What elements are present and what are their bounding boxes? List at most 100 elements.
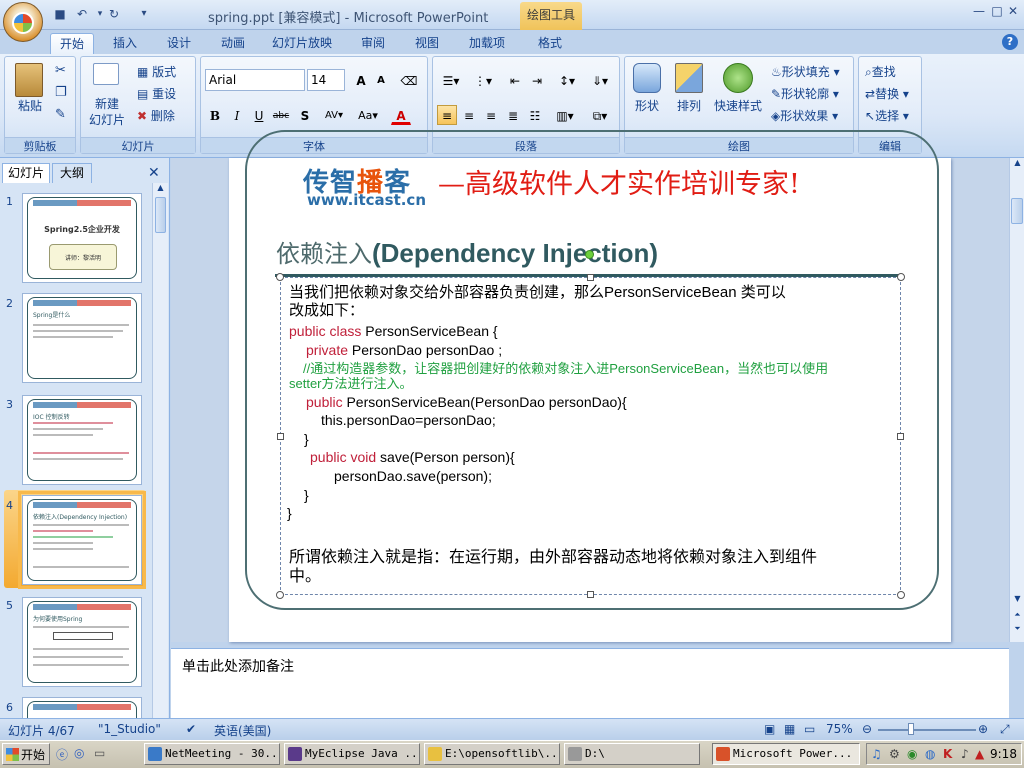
taskbar-explorer-d[interactable]: D:\ [564, 743, 700, 765]
shrink-font-icon[interactable]: A [371, 70, 391, 90]
qat-customize-icon[interactable]: ▾ [136, 6, 152, 22]
zoom-out-icon[interactable]: ⊖ [862, 722, 872, 736]
align-left-icon[interactable]: ≡ [437, 105, 457, 125]
shapes-button[interactable]: 形状 [627, 99, 667, 114]
start-button[interactable]: 开始 [2, 743, 50, 765]
numbering-icon[interactable]: ⋮▾ [469, 70, 497, 90]
resize-handle[interactable] [897, 273, 905, 281]
scroll-up-icon[interactable]: ▲ [154, 183, 167, 197]
resize-handle[interactable] [277, 433, 284, 440]
close-icon[interactable]: ✕ [1002, 4, 1024, 20]
taskbar-netmeeting[interactable]: NetMeeting - 30... [144, 743, 280, 765]
thumbnail-slide-5[interactable]: 为何要使用Spring [22, 597, 142, 687]
desktop-icon[interactable]: ▭ [94, 746, 105, 760]
tab-addins[interactable]: 加载项 [462, 33, 512, 54]
scroll-thumb[interactable] [1011, 198, 1023, 224]
shapes-icon[interactable] [633, 63, 661, 93]
scroll-up-icon[interactable]: ▲ [1011, 158, 1024, 172]
language-status[interactable]: 英语(美国) [214, 722, 271, 739]
paste-icon[interactable] [15, 63, 43, 97]
italic-icon[interactable]: I [227, 105, 247, 125]
taskbar-explorer-e[interactable]: E:\opensoftlib\... [424, 743, 560, 765]
thumbnail-slide-2[interactable]: Spring是什么 [22, 293, 142, 383]
bullets-icon[interactable]: ☰▾ [437, 70, 465, 90]
thumbnail-slide-3[interactable]: IOC 控制反转 [22, 395, 142, 485]
thumbnail-slide-6[interactable] [22, 697, 142, 718]
outlook-icon[interactable]: ◎ [74, 746, 84, 760]
arrange-button[interactable]: 排列 [669, 99, 709, 114]
resize-handle[interactable] [276, 591, 284, 599]
rotation-handle[interactable] [585, 250, 594, 259]
office-button[interactable] [3, 2, 43, 42]
tray-icon[interactable]: ◍ [925, 747, 935, 761]
slide-heading[interactable]: 依赖注入(Dependency Injection) [276, 234, 658, 269]
zoom-slider[interactable] [878, 729, 976, 731]
zoom-in-icon[interactable]: ⊕ [978, 722, 988, 736]
undo-icon[interactable]: ↶ [74, 6, 90, 22]
save-icon[interactable]: ■ [52, 6, 68, 22]
ie-icon[interactable]: ⓔ [56, 746, 68, 763]
prev-slide-icon[interactable]: ⏶ [1011, 610, 1024, 624]
tab-home[interactable]: 开始 [50, 33, 94, 54]
format-painter-icon[interactable]: ✎ [55, 107, 66, 122]
tab-format[interactable]: 格式 [530, 33, 570, 54]
grow-font-icon[interactable]: A [351, 70, 371, 90]
taskbar-powerpoint[interactable]: Microsoft Power... [712, 743, 860, 765]
font-name-select[interactable]: Arial [205, 69, 305, 91]
tab-outline[interactable]: 大纲 [52, 163, 92, 183]
cut-icon[interactable]: ✂ [55, 63, 66, 78]
layout-button[interactable]: ▦ 版式 [137, 63, 176, 80]
bold-icon[interactable]: B [205, 105, 225, 125]
arrange-icon[interactable] [675, 63, 703, 93]
new-slide-label-2[interactable]: 幻灯片 [85, 113, 129, 128]
new-slide-label-1[interactable]: 新建 [85, 97, 129, 112]
tray-icon[interactable]: ♫ [871, 747, 882, 761]
normal-view-icon[interactable]: ▣ [764, 722, 775, 736]
resize-handle[interactable] [897, 433, 904, 440]
line-spacing-icon[interactable]: ↕▾ [553, 70, 581, 90]
thumbnail-scrollbar[interactable]: ▲ [152, 183, 168, 718]
justify-icon[interactable]: ≣ [503, 105, 523, 125]
reset-button[interactable]: ▤ 重设 [137, 85, 176, 102]
tray-icon[interactable]: ▲ [975, 747, 984, 761]
distribute-icon[interactable]: ☷ [525, 105, 545, 125]
shape-effects-button[interactable]: ◈形状效果 ▾ [771, 107, 838, 124]
sorter-view-icon[interactable]: ▦ [784, 722, 795, 736]
tab-animation[interactable]: 动画 [214, 33, 252, 54]
shape-fill-button[interactable]: ♨形状填充 ▾ [771, 63, 840, 80]
scroll-down-icon[interactable]: ▼ [1011, 594, 1024, 608]
clear-format-icon[interactable]: ⌫ [399, 70, 419, 90]
tab-slides[interactable]: 幻灯片 [2, 163, 50, 183]
align-center-icon[interactable]: ≡ [459, 105, 479, 125]
shape-outline-button[interactable]: ✎形状轮廓 ▾ [771, 85, 839, 102]
tab-insert[interactable]: 插入 [106, 33, 144, 54]
zoom-slider-thumb[interactable] [908, 723, 914, 735]
tray-icon[interactable]: K [943, 747, 952, 761]
fit-window-icon[interactable]: ⤢ [1000, 722, 1010, 737]
text-direction-icon[interactable]: ⇓▾ [587, 70, 613, 90]
quick-styles-icon[interactable] [723, 63, 753, 93]
tray-icon[interactable]: ⚙ [889, 747, 900, 761]
redo-icon[interactable]: ↻ [106, 6, 122, 22]
select-button[interactable]: ↖选择 ▾ [865, 107, 909, 124]
thumbnail-slide-4[interactable]: 依赖注入(Dependency Injection) [18, 491, 146, 589]
spellcheck-icon[interactable]: ✔ [186, 722, 196, 736]
resize-handle[interactable] [587, 274, 594, 281]
help-icon[interactable]: ? [1002, 34, 1018, 50]
next-slide-icon[interactable]: ⏷ [1011, 624, 1024, 638]
shadow-icon[interactable]: S [295, 105, 315, 125]
underline-icon[interactable]: U [249, 105, 269, 125]
increase-indent-icon[interactable]: ⇥ [527, 70, 547, 90]
taskbar-myeclipse[interactable]: MyEclipse Java ... [284, 743, 420, 765]
replace-button[interactable]: ⇄替换 ▾ [865, 85, 909, 102]
quick-styles-button[interactable]: 快速样式 [711, 99, 765, 114]
scroll-thumb[interactable] [155, 197, 166, 233]
paste-button[interactable]: 粘贴 [7, 99, 53, 114]
decrease-indent-icon[interactable]: ⇤ [505, 70, 525, 90]
tab-review[interactable]: 审阅 [354, 33, 392, 54]
new-slide-icon[interactable] [93, 63, 119, 85]
close-pane-icon[interactable]: ✕ [148, 165, 160, 181]
tray-icon[interactable]: ◉ [907, 747, 917, 761]
resize-handle[interactable] [897, 591, 905, 599]
tab-view[interactable]: 视图 [408, 33, 446, 54]
